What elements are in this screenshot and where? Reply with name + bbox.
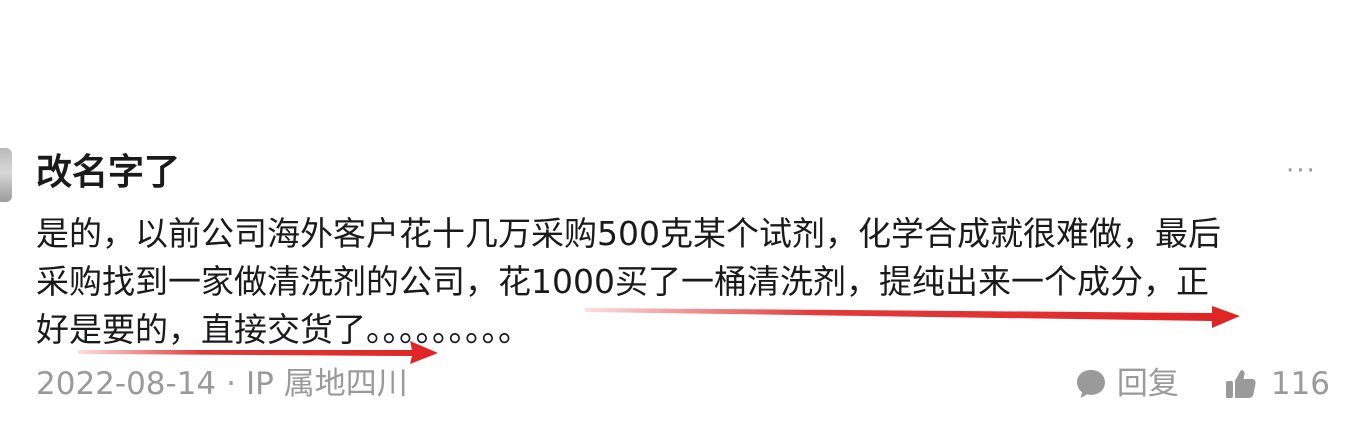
more-dots-icon[interactable]: ··· [1286, 158, 1317, 184]
comment-body: 是的，以前公司海外客户花十几万采购500克某个试剂，化学合成就很难做，最后 采购… [36, 210, 1336, 354]
meta-separator: · [226, 366, 237, 402]
like-count: 116 [1270, 366, 1330, 402]
comment-line: 采购找到一家做清洗剂的公司，花1000买了一桶清洗剂，提纯出来一个成分，正 [36, 262, 1209, 301]
thumbs-up-icon [1223, 366, 1259, 402]
comment-meta: 2022-08-14 · IP 属地四川 [36, 362, 408, 406]
comment-screenshot: 改名字了 ··· 是的，以前公司海外客户花十几万采购500克某个试剂，化学合成就… [0, 0, 1356, 444]
ip-location: IP 属地四川 [246, 366, 408, 402]
speech-bubble-icon [1073, 366, 1109, 402]
comment-actions: 回复 116 [1073, 362, 1330, 406]
reply-button[interactable]: 回复 [1073, 362, 1179, 406]
comment-line: 是的，以前公司海外客户花十几万采购500克某个试剂，化学合成就很难做，最后 [36, 214, 1221, 253]
comment-username[interactable]: 改名字了 [36, 150, 180, 196]
avatar[interactable] [0, 148, 12, 202]
comment-line: 好是要的，直接交货了。。。。。。。。。 [36, 310, 531, 349]
comment-date: 2022-08-14 [36, 366, 217, 402]
reply-label: 回复 [1116, 366, 1179, 402]
like-button[interactable]: 116 [1223, 362, 1330, 406]
